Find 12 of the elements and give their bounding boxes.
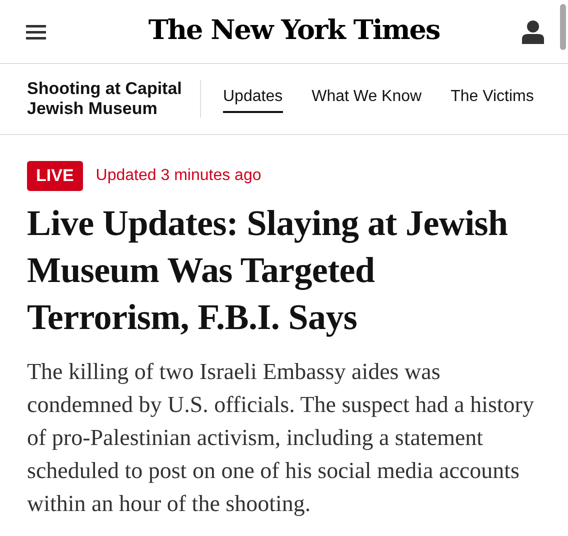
logo[interactable]: The New York Times <box>148 11 440 52</box>
live-badge: LIVE <box>27 161 83 191</box>
nav-tab[interactable]: Updates <box>223 85 283 113</box>
summary-text: The killing of two Israeli Embassy aides was condemned by U.S. officials. The suspect had a history of pro-Palestinian activism, including a statement scheduled to post on one of his social media accounts within an hour of the shooting. <box>27 358 535 518</box>
update-time: Updated 3 minutes ago <box>96 166 262 186</box>
nav-tab[interactable]: The Victims <box>450 85 534 113</box>
menu-icon[interactable] <box>26 24 46 40</box>
nav-tab[interactable]: What We Know <box>312 85 422 113</box>
account-icon[interactable] <box>522 20 544 44</box>
headline: Live Updates: Slaying at Jewish Museum Was Targeted Terrorism, F.B.I. Says <box>27 202 509 339</box>
story-title: Shooting at Capital Jewish Museum <box>27 79 183 119</box>
scrollbar[interactable] <box>560 4 566 50</box>
